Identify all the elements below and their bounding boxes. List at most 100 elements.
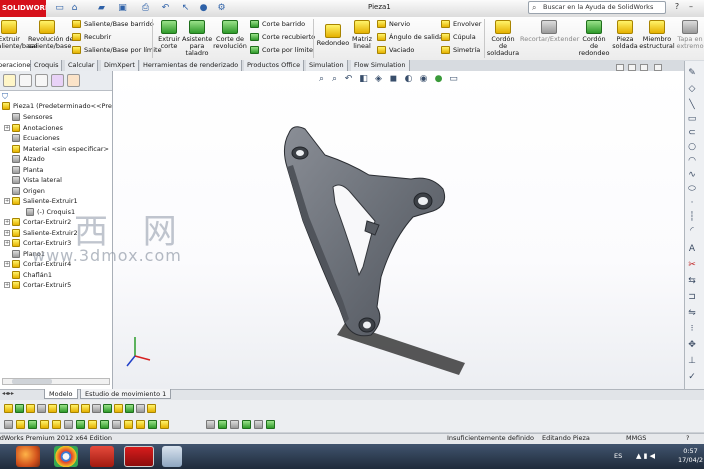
sketch-exit-icon[interactable] <box>136 420 145 429</box>
tree-item[interactable]: Ecuaciones <box>4 133 116 144</box>
linear-pattern-button[interactable]: Matriz lineal <box>350 20 374 50</box>
move-entities-icon[interactable]: ✥ <box>686 340 698 351</box>
chrome-icon[interactable] <box>54 446 78 467</box>
weldment-button[interactable]: Pieza soldada <box>611 20 639 50</box>
sketch-relation-icon[interactable] <box>124 420 133 429</box>
centerline-icon[interactable]: ┆ <box>686 212 698 223</box>
text-icon[interactable]: A <box>686 244 698 255</box>
tree-item[interactable]: + Anotaciones <box>4 123 116 134</box>
tab-croquis[interactable]: Croquis <box>31 60 63 71</box>
sketch-dim-icon[interactable] <box>112 420 121 429</box>
tab-simulation[interactable]: Simulation <box>306 60 348 71</box>
point-icon[interactable]: · <box>686 198 698 209</box>
tree-item[interactable]: Vista lateral <box>4 175 116 186</box>
swept-cut-button[interactable]: Corte barrido <box>250 20 305 28</box>
solidworks-logo[interactable]: SOLIDWORKS <box>0 0 46 17</box>
feature-tree-tab-icon[interactable] <box>3 74 16 87</box>
boundary-boss-button[interactable]: Saliente/Base por límite <box>72 46 162 54</box>
minimize-icon[interactable]: – <box>686 2 696 11</box>
lofted-cut-button[interactable]: Corte recubierto <box>250 33 315 41</box>
extrude-cut-button[interactable]: Extruir corte <box>155 20 183 50</box>
sketch-fillet-icon[interactable]: ◜ <box>686 226 698 237</box>
tree-item[interactable]: Chaflán1 <box>4 270 116 281</box>
revolve-cut-button[interactable]: Corte de revolución <box>213 20 247 50</box>
tab-scroll-left-icon[interactable]: ◂◂▸▸ <box>2 390 14 397</box>
weld-bead-button[interactable]: Cordón de soldadura <box>486 20 520 57</box>
tab-operaciones[interactable]: Operaciones <box>0 60 34 71</box>
feature-tree-scroll-thumb[interactable] <box>12 379 52 384</box>
fillet-button[interactable]: Redondeo <box>316 24 350 47</box>
circle-icon[interactable]: ○ <box>686 142 698 153</box>
shadows-icon[interactable] <box>254 420 263 429</box>
tab-rendering-tools[interactable]: Herramientas de renderizado <box>140 60 243 71</box>
print-icon[interactable]: ⎙ <box>140 3 151 13</box>
feature-tree-root[interactable]: Pieza1 (Predeterminado<<Pre <box>2 101 114 112</box>
display-manager-tab-icon[interactable] <box>67 74 80 87</box>
view-orient-icon[interactable] <box>206 420 215 429</box>
tab-dimxpert[interactable]: DimXpert <box>101 60 139 71</box>
select-icon[interactable]: ↖ <box>180 3 191 13</box>
tree-item[interactable]: Material <sin especificar> <box>4 144 116 155</box>
swept-boss-button[interactable]: Saliente/Base barrido <box>72 20 154 28</box>
mass-props-icon[interactable] <box>160 420 169 429</box>
end-cap-button[interactable]: Tapa en extremo <box>676 20 704 50</box>
tray-language[interactable]: ES <box>614 452 622 460</box>
help-icon[interactable]: ? <box>672 2 682 11</box>
wrap-button[interactable]: Envolver <box>441 20 481 28</box>
tree-item[interactable]: + Cortar-Extruir5 <box>4 280 116 291</box>
expand-icon[interactable]: + <box>4 124 10 131</box>
status-units[interactable]: MMGS <box>626 433 646 444</box>
expand-icon[interactable]: + <box>4 229 10 236</box>
mirror-button[interactable]: Simetría <box>441 46 480 54</box>
viewport-tile-icon[interactable] <box>628 64 636 71</box>
shell-icon[interactable] <box>103 404 112 413</box>
firefox-icon[interactable] <box>16 446 40 467</box>
perspective-icon[interactable] <box>242 420 251 429</box>
revolve-boss-button[interactable]: Revolución de saliente/base <box>28 20 74 50</box>
loft-icon[interactable] <box>37 404 46 413</box>
new-document-icon[interactable]: ▭ <box>54 3 65 13</box>
status-help[interactable]: ? <box>686 433 689 444</box>
tab-calcular[interactable]: Calcular <box>65 60 99 71</box>
viewport-maximize-icon[interactable] <box>640 64 648 71</box>
sketch-arc-icon[interactable] <box>40 420 49 429</box>
tab-motion-study[interactable]: Estudio de movimiento 1 <box>80 389 172 399</box>
tray-volume-icon[interactable]: ▲ ▮ ◀ <box>636 452 655 460</box>
smart-dimension-icon[interactable]: ◇ <box>686 84 698 95</box>
extrude-boss-button[interactable]: Extruir saliente/base <box>0 20 37 50</box>
expand-icon[interactable]: + <box>4 261 10 267</box>
rib-icon[interactable] <box>81 404 90 413</box>
sketch-icon[interactable]: ✎ <box>686 68 698 79</box>
property-manager-tab-icon[interactable] <box>19 74 32 87</box>
display-mode-icon[interactable] <box>218 420 227 429</box>
line-icon[interactable]: ╲ <box>686 100 698 111</box>
rectangle-icon[interactable]: ▭ <box>686 114 698 125</box>
save-icon[interactable]: ▣ <box>117 3 128 13</box>
cut-icon[interactable] <box>48 404 57 413</box>
configuration-manager-tab-icon[interactable] <box>35 74 48 87</box>
notepad-icon[interactable] <box>162 446 182 467</box>
sketch-circle-icon[interactable] <box>28 420 37 429</box>
dome-button[interactable]: Cúpula <box>441 33 476 41</box>
viewport-close-icon[interactable] <box>654 64 662 71</box>
tree-item[interactable]: Planta <box>4 165 116 176</box>
loft-button[interactable]: Recubrir <box>72 33 111 41</box>
fillet-icon[interactable] <box>59 404 68 413</box>
sketch-line-icon[interactable] <box>4 420 13 429</box>
revolve-icon[interactable] <box>15 404 24 413</box>
mirror-icon[interactable] <box>125 404 134 413</box>
tree-item[interactable]: Sensores <box>4 112 116 123</box>
acrobat-icon[interactable] <box>90 446 114 467</box>
solidworks-taskbar-icon[interactable] <box>124 446 154 467</box>
draft-button[interactable]: Ángulo de salida <box>377 33 443 41</box>
sketch-pattern-icon[interactable]: ⁝ <box>686 324 698 335</box>
rebuild-icon[interactable]: ● <box>198 3 209 13</box>
sketch-trim-icon[interactable] <box>64 420 73 429</box>
relations-icon[interactable]: ⊥ <box>686 356 698 367</box>
tab-flow-simulation[interactable]: Flow Simulation <box>351 60 410 71</box>
offset-icon[interactable]: ⊐ <box>686 292 698 303</box>
expand-icon[interactable]: + <box>4 219 10 225</box>
home-icon[interactable]: ⌂ <box>69 3 80 13</box>
sketch-mirror-icon[interactable] <box>88 420 97 429</box>
measure-icon[interactable] <box>148 420 157 429</box>
